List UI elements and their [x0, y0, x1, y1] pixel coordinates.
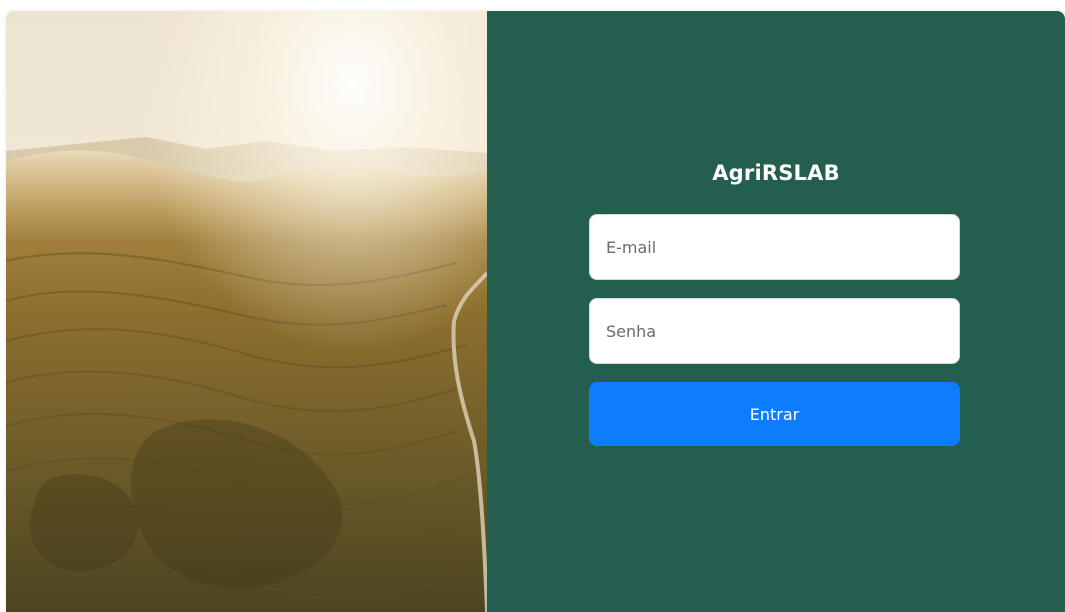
password-field[interactable] [589, 298, 960, 364]
app-title: AgriRSLAB [712, 161, 840, 185]
email-field[interactable] [589, 214, 960, 280]
landscape-photo [6, 11, 487, 612]
landscape-illustration [6, 11, 487, 612]
login-button[interactable]: Entrar [589, 382, 960, 446]
